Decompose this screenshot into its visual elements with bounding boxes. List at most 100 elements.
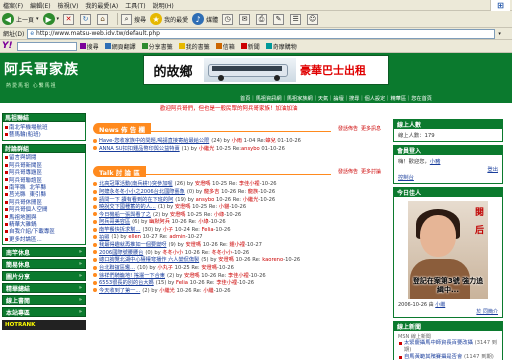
photo-profile-link[interactable]: 於 同簡介	[476, 309, 498, 315]
post-topic-link[interactable]: 發話佈告	[338, 169, 358, 175]
talk-item-title[interactable]: 徐祥們騎籠地! 搖灑一下合東	[99, 272, 165, 279]
address-input[interactable]: e http://www.matsu-web.idv.tw/default.ph…	[27, 28, 496, 39]
talk-item-title[interactable]: 今天收到了第一...	[99, 287, 140, 294]
menu-favorites[interactable]: 我的最愛(A)	[85, 1, 118, 10]
edit-button[interactable]: ✎	[273, 13, 286, 25]
menu-bar: 檔案(F) 編輯(E) 檢視(V) 我的最愛(A) 工具(T) 說明(H) ⊞	[0, 0, 512, 11]
talk-item: 總口詢覽北湖中心權權穹播作 六人變侃傷製 (5) by 安燈嗎 10-26 Re…	[93, 256, 381, 264]
username-link[interactable]: 小豬	[430, 159, 441, 165]
talk-item-title[interactable]: 請問一下 讀有看到的在下班的阿	[99, 196, 173, 203]
online-news-item[interactable]: 太緊慶攝馬中師資長百要改攝 (3147 到期)	[398, 340, 498, 354]
site-nav[interactable]: 首頁｜馬祖資訊網｜馬祖家族網｜天氣｜論壇｜搜尋｜個人設定｜精華區｜您在首頁	[0, 93, 512, 103]
bullet-icon	[93, 227, 97, 232]
star-icon: ★	[150, 13, 163, 25]
bus-window-shape	[212, 66, 282, 71]
yahoo-logo[interactable]: Y!	[2, 41, 13, 51]
talk-item-title[interactable]: 曉說交下國種蓄的的人...	[99, 203, 156, 210]
site-logo[interactable]: 阿兵哥家族	[4, 59, 79, 79]
yahoo-news-button[interactable]: 新聞	[240, 42, 260, 51]
news-source: MSN 線上新聞	[398, 334, 431, 340]
yahoo-mail-button[interactable]: 信箱	[215, 42, 235, 51]
yahoo-search-input[interactable]	[16, 41, 77, 51]
history-button[interactable]: ◷	[222, 13, 235, 25]
yahoo-translate-button[interactable]: 網頁翻譯	[104, 42, 136, 51]
sidebar-item-more[interactable]: 更多討論區...	[3, 235, 85, 243]
talk-item-title[interactable]: 北高冠軍活動(南兵耕!)突參加喔	[99, 180, 173, 187]
talk-item-title[interactable]: 總口詢覽北湖中心權權穹播作 六人變侃傷製	[99, 256, 199, 263]
featured-photo[interactable]: 閱 后 登記在案第3號 強力追緝中...	[408, 201, 488, 299]
more-talk-link[interactable]: 更多討論	[361, 169, 381, 175]
yahoo-shop-button[interactable]: 奇摩購物	[265, 42, 297, 51]
discuss-button[interactable]: ☰	[290, 13, 303, 25]
menu-file[interactable]: 檔案(F)	[3, 1, 23, 10]
menu-view[interactable]: 檢視(V)	[58, 1, 79, 10]
home-button[interactable]: ⌂	[97, 13, 110, 25]
favorites-button[interactable]: ★ 我的最愛	[150, 13, 188, 25]
talk-links: 發話佈告 更多討論	[335, 168, 381, 175]
mail-icon: ✉	[239, 13, 251, 25]
back-button[interactable]: ◀ 上一頁 ▾	[2, 13, 39, 25]
media-button[interactable]: ♪ 媒體	[192, 13, 218, 25]
stop-button[interactable]: ✕	[63, 13, 76, 25]
chevron-down-icon[interactable]: ▾	[57, 16, 60, 22]
sidebar-button[interactable]: 南竿休息»	[2, 247, 86, 258]
menu-edit[interactable]: 編輯(E)	[30, 1, 50, 10]
mail-button[interactable]: ✉	[239, 13, 252, 25]
talk-item-title[interactable]: 拍照	[99, 234, 109, 241]
refresh-button[interactable]: ↻	[80, 13, 93, 25]
news-item-title[interactable]: Have-您收家族中的問題,喝請直接寄給最給公限	[99, 137, 209, 144]
menu-tools[interactable]: 工具(T)	[125, 1, 145, 10]
chevron-down-icon[interactable]: ▾	[498, 31, 501, 37]
bullet-icon	[93, 204, 97, 209]
welcome-marquee: 歡迎阿兵哥們，但也是一般民眾的阿兵哥家族！加油加油	[160, 106, 298, 112]
logout-link[interactable]: 登出	[487, 167, 498, 173]
talk-item-title[interactable]: 2006國際號腰腰台	[99, 249, 143, 256]
ad-banner[interactable]: 的故鄉 豪華巴士出租	[143, 55, 389, 85]
discuss-icon: ☰	[290, 13, 302, 25]
online-news-item[interactable]: 自馬黃範其殯賽攝是否會 (1147 到期)	[398, 354, 498, 360]
sidebar-item[interactable]: 藝馬輪(船班)	[3, 130, 85, 138]
yahoo-share-button[interactable]: 分享書籤	[141, 42, 173, 51]
sidebar-button[interactable]: 線上書閱»	[2, 295, 86, 306]
hotrank-badge[interactable]: HOTRANK	[2, 320, 86, 331]
shop-icon	[265, 43, 272, 49]
more-news-link[interactable]: 更多訊息	[361, 126, 381, 132]
sidebar-button[interactable]: 精華總結»	[2, 283, 86, 294]
news-section-header: News 佈 告 欄 發話佈告 更多訊息	[93, 123, 381, 134]
talk-item: 今天收到了第一... (2) by 小繼光 10-26 Re: 小繼-10-26	[93, 287, 381, 295]
online-count: 線上人數：179	[398, 133, 435, 139]
talk-item-title[interactable]: 阿兵哥美容區	[99, 218, 130, 225]
search-button[interactable]: ⌕ 搜尋	[121, 13, 146, 25]
talk-item-title[interactable]: 今日機船一張與看了之	[99, 211, 151, 218]
control-panel-link[interactable]: 控制台	[398, 175, 414, 181]
yahoo-search-button[interactable]: 搜尋	[79, 42, 99, 51]
bullet-icon	[93, 288, 97, 293]
talk-item-title[interactable]: 台北聯誼區鑑...	[99, 264, 135, 271]
print-button[interactable]: ⎙	[256, 13, 269, 25]
bus-image	[204, 58, 296, 82]
edit-icon: ✎	[273, 13, 285, 25]
chevron-down-icon[interactable]: ▾	[36, 16, 39, 22]
back-arrow-icon: ◀	[2, 13, 14, 25]
sidebar-button[interactable]: 本站專區»	[2, 307, 86, 318]
photo-face-shape	[420, 215, 456, 257]
forward-button[interactable]: ▶ ▾	[42, 13, 60, 25]
photo-user-link[interactable]: 小繼	[435, 302, 445, 308]
sidebar-button[interactable]: 圖片分享»	[2, 271, 86, 282]
sidebar-header-links: 馬祖聯結	[2, 113, 86, 122]
talk-item-title[interactable]: 6553很長的別的台大媽	[99, 279, 154, 286]
news-item-title[interactable]: ANNA SU扣扣鍾品幣印與公益特賣	[99, 145, 180, 152]
sidebar-button[interactable]: 簡易休息»	[2, 259, 86, 270]
right-sidebar: 線上人數 線上人數：179 會員登入 嗨！歡迎您，小豬 登出 控制台 今日佳人 …	[393, 119, 503, 360]
talk-item-title[interactable]: 我最得趣就再推如一個要變呀	[99, 241, 166, 248]
menu-help[interactable]: 說明(H)	[153, 1, 174, 10]
talk-item-title[interactable]: 南竿餐快拆求幫…	[99, 226, 141, 233]
translate-icon	[104, 43, 111, 49]
messenger-button[interactable]: ☺	[307, 13, 320, 25]
talk-item-title[interactable]: 阿嬤永冬冬小小之2006台北國際藝象	[99, 188, 185, 195]
photo-title: 閱 后	[473, 207, 483, 238]
yahoo-bookmark-button[interactable]: 我的書籤	[178, 42, 210, 51]
navigation-toolbar: ◀ 上一頁 ▾ ▶ ▾ ✕ ↻ ⌂ ⌕ 搜尋 ★ 我的最愛 ♪ 媒體 ◷ ✉ ⎙ ✎ ☰ ☺	[0, 11, 512, 28]
post-notice-link[interactable]: 發話佈告	[338, 126, 358, 132]
banner-title: 的故鄉	[144, 56, 202, 84]
